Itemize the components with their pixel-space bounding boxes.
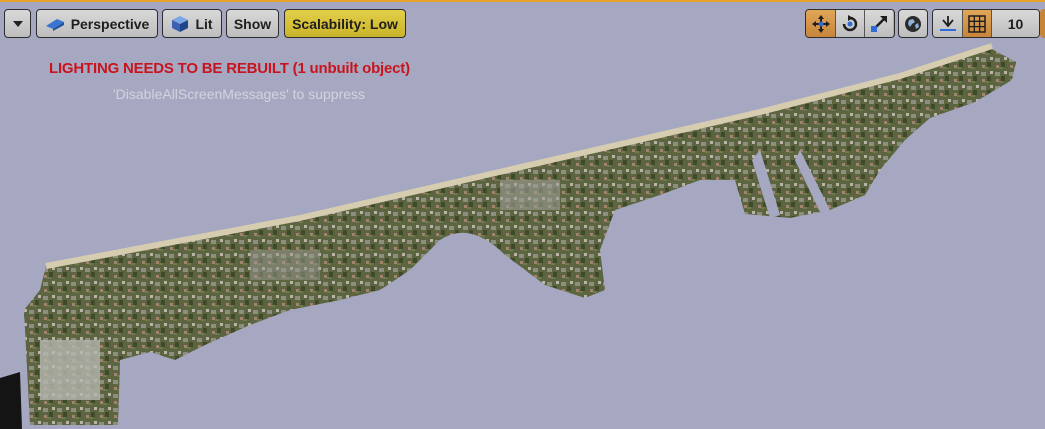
- world-local-toggle[interactable]: [898, 9, 928, 38]
- grid-snap-value: 10: [1007, 15, 1024, 32]
- grid-snap-value-dropdown[interactable]: 10: [991, 10, 1039, 37]
- move-icon: [811, 14, 830, 33]
- scene-object: [0, 372, 22, 429]
- rotate-tool[interactable]: [835, 10, 864, 37]
- grid-snap-toggle[interactable]: [962, 10, 991, 37]
- show-button[interactable]: Show: [226, 9, 279, 38]
- lit-label: Lit: [195, 15, 213, 32]
- surface-snap-icon: [939, 15, 956, 31]
- grid-snap-icon: [968, 14, 986, 33]
- suppress-hint: 'DisableAllScreenMessages' to suppress: [113, 86, 366, 102]
- scale-icon: [871, 15, 887, 32]
- show-label: Show: [233, 15, 272, 32]
- editor-viewport[interactable]: Perspective Lit Show Scalability: Low 10…: [0, 0, 1045, 429]
- perspective-icon: [45, 18, 64, 31]
- rotation-snap-edge[interactable]: [1040, 9, 1045, 38]
- rotate-icon: [842, 14, 858, 31]
- building-block: [500, 180, 560, 210]
- view-mode-button[interactable]: Lit: [162, 9, 222, 38]
- globe-icon: [905, 15, 921, 32]
- lit-cube-icon: [172, 15, 189, 32]
- perspective-label: Perspective: [70, 15, 150, 32]
- chevron-down-icon: [12, 20, 23, 27]
- scale-tool[interactable]: [864, 10, 893, 37]
- snap-tools: 10: [932, 9, 1040, 38]
- scalability-label: Scalability: Low: [292, 15, 398, 32]
- scalability-button[interactable]: Scalability: Low: [284, 9, 406, 38]
- building-block: [250, 250, 320, 280]
- surface-snap-toggle[interactable]: [933, 10, 962, 37]
- lighting-warning: LIGHTING NEEDS TO BE REBUILT (1 unbuilt …: [49, 60, 410, 77]
- perspective-button[interactable]: Perspective: [36, 9, 158, 38]
- coastline-mesh: [24, 48, 1016, 425]
- viewport-options-button[interactable]: [4, 9, 31, 38]
- translate-tool[interactable]: [806, 10, 835, 37]
- building-block: [40, 340, 100, 400]
- transform-tools: [805, 9, 895, 38]
